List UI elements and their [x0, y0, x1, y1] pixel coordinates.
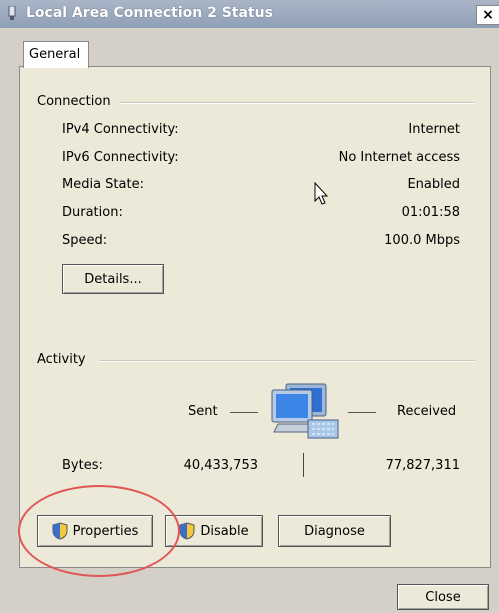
tab-general[interactable]: General: [23, 41, 89, 68]
close-window-button[interactable]: ×: [476, 5, 499, 25]
bytes-received-value: 77,827,311: [385, 458, 460, 473]
properties-button[interactable]: Properties: [37, 515, 153, 547]
speed-value: 100.0 Mbps: [384, 233, 460, 248]
ipv4-label: IPv4 Connectivity:: [62, 122, 179, 137]
duration-value: 01:01:58: [401, 205, 460, 220]
bytes-label: Bytes:: [62, 458, 103, 473]
sent-line: [230, 412, 258, 413]
window-title: Local Area Connection 2 Status: [26, 5, 273, 21]
mouse-cursor-icon: [314, 182, 328, 205]
media-state-value: Enabled: [407, 177, 460, 192]
details-button-label: Details...: [84, 271, 142, 287]
diagnose-button[interactable]: Diagnose: [278, 515, 391, 547]
details-button[interactable]: Details...: [62, 264, 164, 294]
received-label: Received: [397, 404, 457, 419]
bytes-divider: [303, 453, 304, 477]
title-bar: Local Area Connection 2 Status ×: [0, 0, 499, 28]
close-button-label: Close: [425, 589, 461, 605]
connection-divider: [120, 102, 475, 104]
sent-label: Sent: [188, 404, 218, 419]
properties-button-label: Properties: [72, 523, 139, 539]
tab-panel: Connection IPv4 Connectivity: Internet I…: [19, 66, 491, 568]
duration-label: Duration:: [62, 205, 123, 220]
connection-group-label: Connection: [37, 94, 115, 109]
ipv6-value: No Internet access: [338, 150, 460, 165]
uac-shield-icon: [179, 522, 195, 540]
tab-label: General: [29, 47, 81, 62]
bytes-sent-value: 40,433,753: [183, 458, 258, 473]
activity-divider: [100, 360, 475, 362]
network-adapter-icon: [8, 6, 16, 20]
uac-shield-icon: [52, 522, 68, 540]
disable-button[interactable]: Disable: [165, 515, 263, 547]
diagnose-button-label: Diagnose: [304, 523, 365, 539]
ipv6-label: IPv6 Connectivity:: [62, 150, 179, 165]
ipv4-value: Internet: [408, 122, 460, 137]
media-state-label: Media State:: [62, 177, 144, 192]
network-computers-icon: [271, 383, 339, 439]
close-button[interactable]: Close: [397, 584, 489, 610]
speed-label: Speed:: [62, 233, 108, 248]
activity-group-label: Activity: [37, 352, 90, 367]
disable-button-label: Disable: [200, 523, 249, 539]
